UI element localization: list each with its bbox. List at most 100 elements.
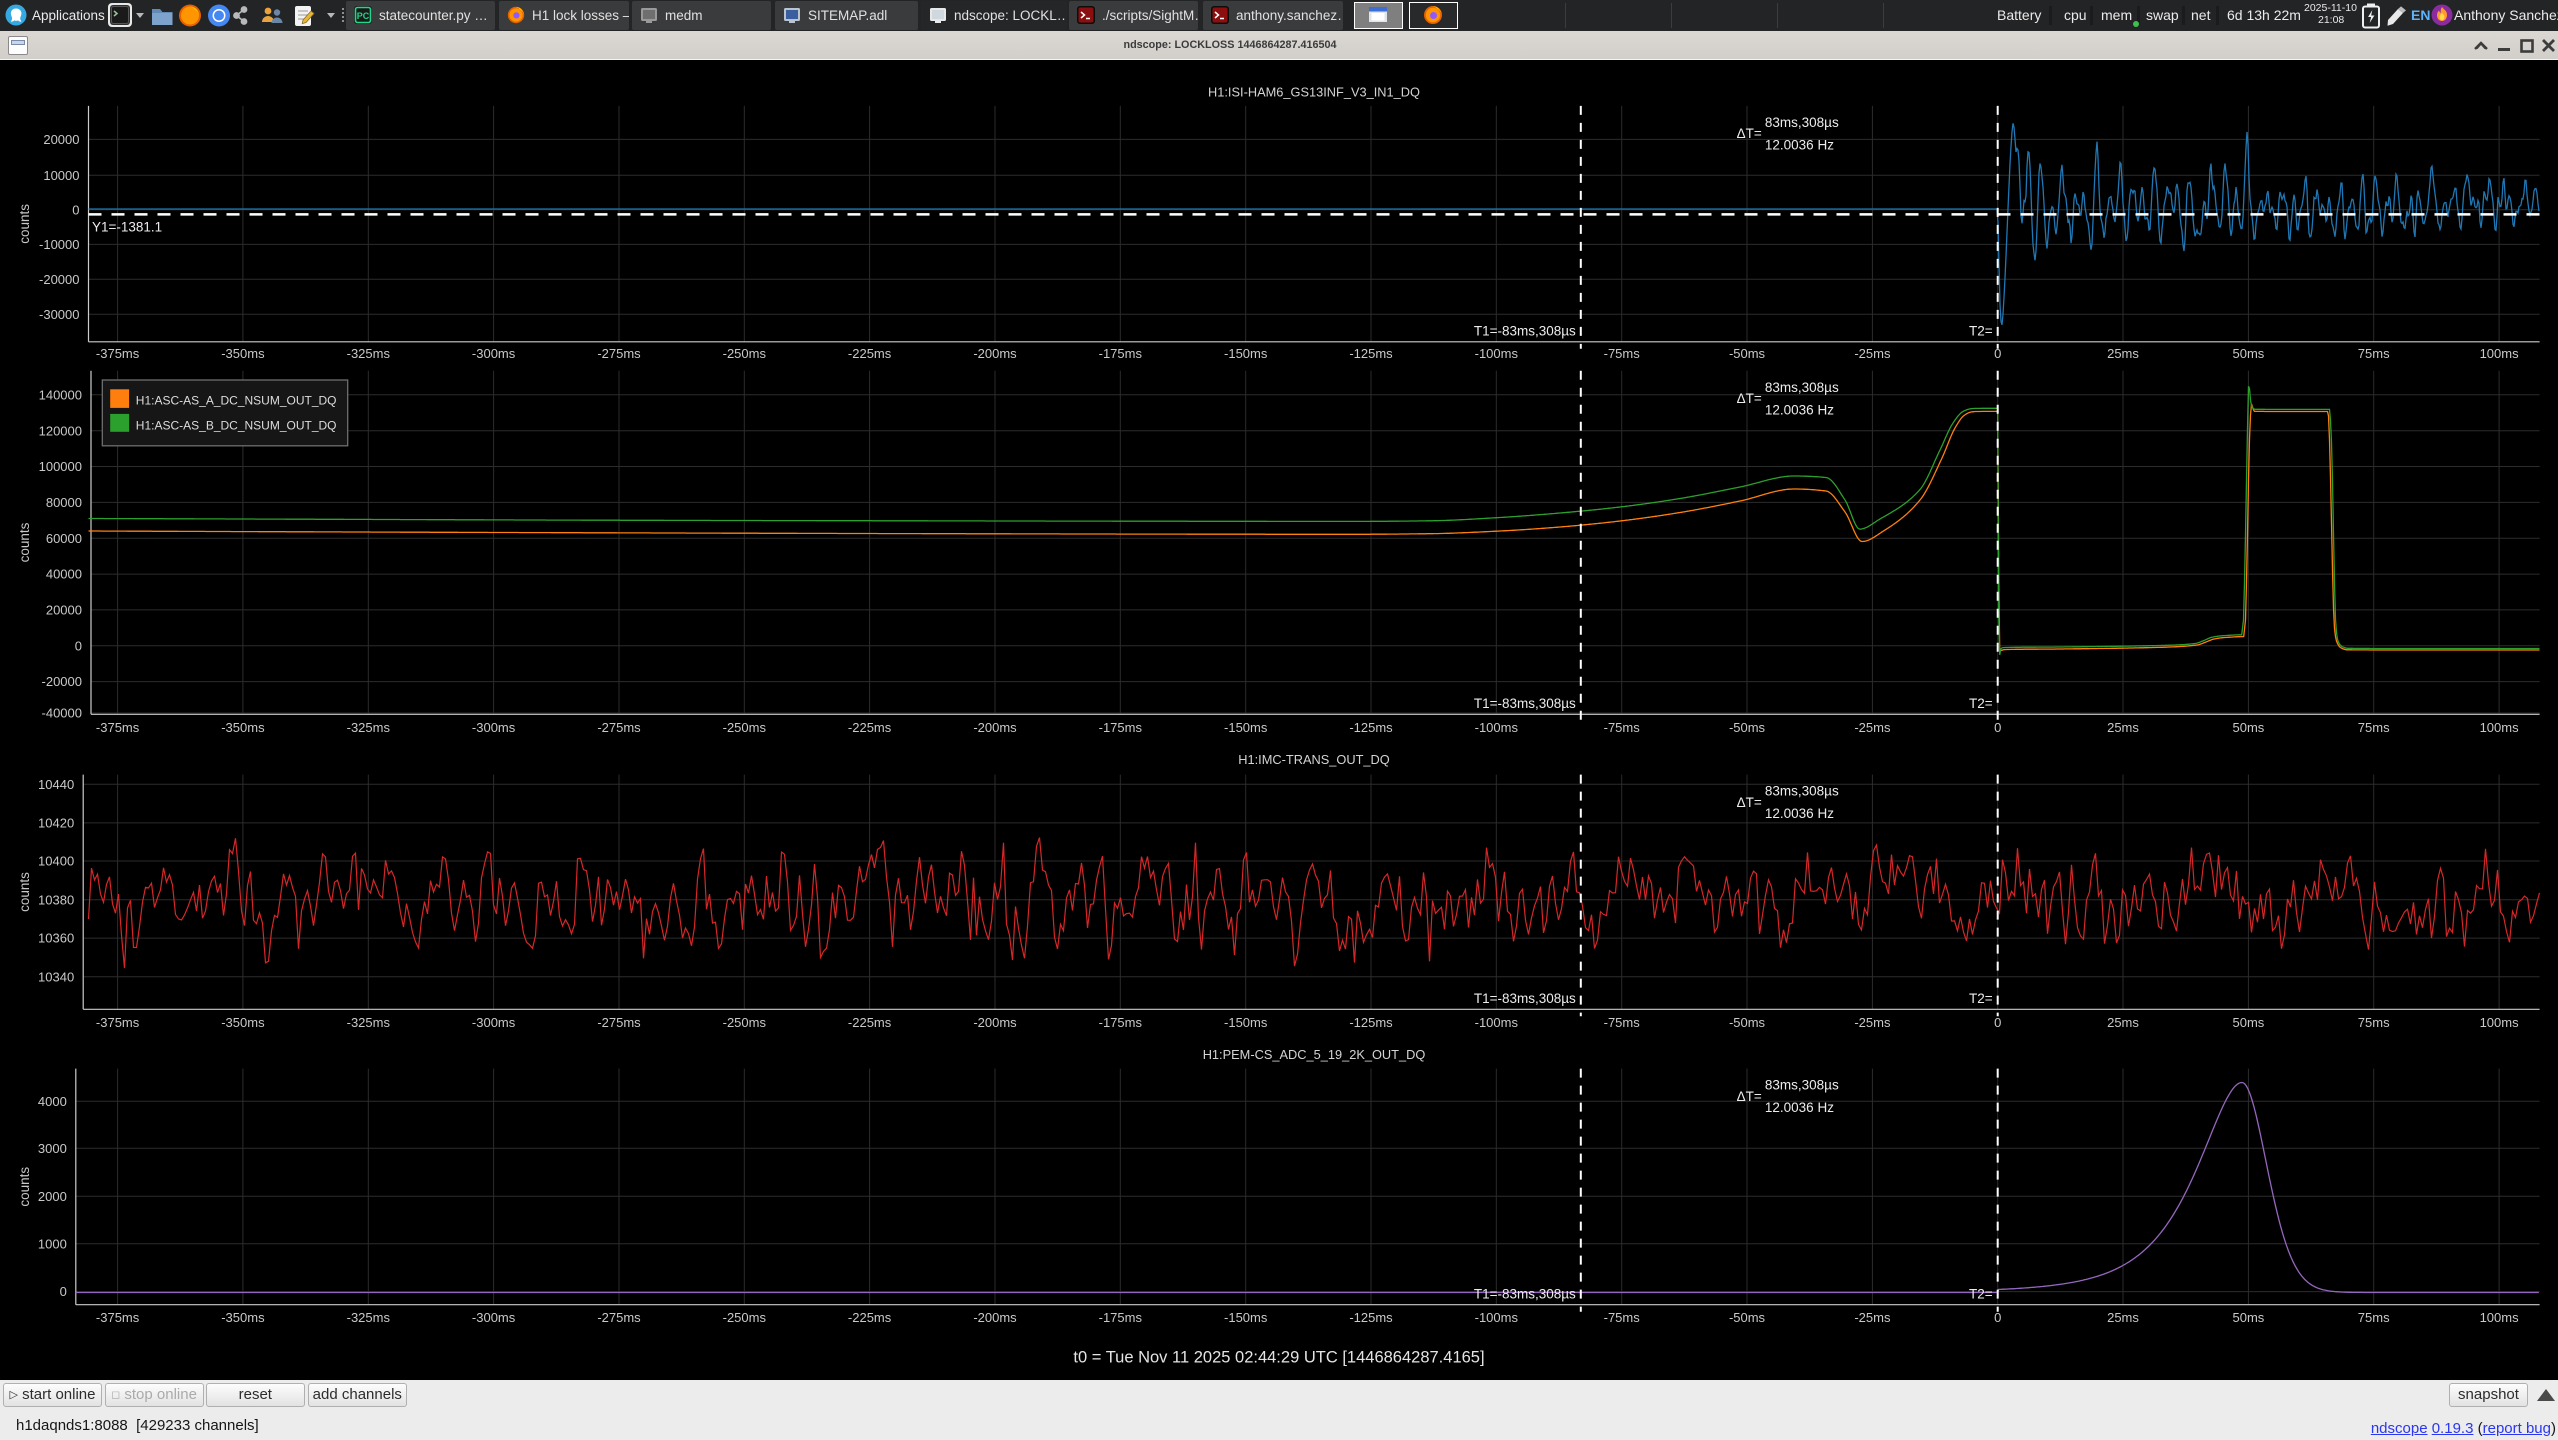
svg-text:-250ms: -250ms bbox=[723, 1310, 767, 1325]
svg-text:20000: 20000 bbox=[46, 603, 82, 618]
svg-text:-225ms: -225ms bbox=[848, 1310, 892, 1325]
svg-text:-20000: -20000 bbox=[39, 272, 79, 287]
svg-text:-30000: -30000 bbox=[39, 307, 79, 322]
svg-text:-25ms: -25ms bbox=[1854, 1310, 1891, 1325]
svg-text:T1=-83ms,308µs: T1=-83ms,308µs bbox=[1474, 991, 1576, 1006]
svg-text:H1:IMC-TRANS_OUT_DQ: H1:IMC-TRANS_OUT_DQ bbox=[1238, 752, 1389, 767]
svg-text:-300ms: -300ms bbox=[472, 720, 516, 735]
svg-text:-50ms: -50ms bbox=[1729, 720, 1766, 735]
svg-text:100ms: 100ms bbox=[2480, 346, 2520, 361]
svg-text:-375ms: -375ms bbox=[96, 1015, 140, 1030]
svg-text:-225ms: -225ms bbox=[848, 346, 892, 361]
svg-text:-325ms: -325ms bbox=[347, 720, 391, 735]
svg-text:-200ms: -200ms bbox=[973, 1015, 1017, 1030]
svg-text:T1=-83ms,308µs: T1=-83ms,308µs bbox=[1474, 1286, 1576, 1301]
svg-text:-275ms: -275ms bbox=[597, 1015, 641, 1030]
svg-text:-300ms: -300ms bbox=[472, 1015, 516, 1030]
svg-text:-50ms: -50ms bbox=[1729, 1015, 1766, 1030]
svg-text:100ms: 100ms bbox=[2480, 1015, 2520, 1030]
svg-text:-325ms: -325ms bbox=[347, 346, 391, 361]
svg-text:83ms,308µs: 83ms,308µs bbox=[1765, 1078, 1839, 1093]
svg-text:10340: 10340 bbox=[38, 969, 74, 984]
svg-text:-250ms: -250ms bbox=[723, 346, 767, 361]
svg-text:T1=-83ms,308µs: T1=-83ms,308µs bbox=[1474, 696, 1576, 711]
svg-text:-175ms: -175ms bbox=[1099, 1015, 1143, 1030]
svg-text:-325ms: -325ms bbox=[347, 1310, 391, 1325]
svg-text:-275ms: -275ms bbox=[597, 720, 641, 735]
svg-text:-300ms: -300ms bbox=[472, 1310, 516, 1325]
svg-text:12.0036 Hz: 12.0036 Hz bbox=[1765, 1100, 1834, 1115]
svg-text:H1:PEM-CS_ADC_5_19_2K_OUT_DQ: H1:PEM-CS_ADC_5_19_2K_OUT_DQ bbox=[1203, 1047, 1426, 1062]
svg-text:-150ms: -150ms bbox=[1224, 720, 1268, 735]
svg-text:-25ms: -25ms bbox=[1854, 1015, 1891, 1030]
svg-text:50ms: 50ms bbox=[2233, 1015, 2265, 1030]
svg-text:-225ms: -225ms bbox=[848, 1015, 892, 1030]
svg-text:83ms,308µs: 83ms,308µs bbox=[1765, 115, 1839, 130]
svg-text:0: 0 bbox=[1994, 1310, 2001, 1325]
svg-text:-75ms: -75ms bbox=[1604, 1015, 1641, 1030]
svg-text:-175ms: -175ms bbox=[1099, 346, 1143, 361]
svg-text:75ms: 75ms bbox=[2358, 346, 2390, 361]
svg-text:-125ms: -125ms bbox=[1349, 1310, 1393, 1325]
svg-text:-375ms: -375ms bbox=[96, 346, 140, 361]
svg-text:counts: counts bbox=[17, 204, 32, 244]
svg-text:ΔT=: ΔT= bbox=[1737, 1089, 1762, 1104]
svg-text:-100ms: -100ms bbox=[1475, 1015, 1519, 1030]
svg-text:-25ms: -25ms bbox=[1854, 720, 1891, 735]
svg-text:T2=: T2= bbox=[1969, 991, 1993, 1006]
svg-text:25ms: 25ms bbox=[2107, 1310, 2139, 1325]
svg-text:-350ms: -350ms bbox=[221, 1015, 265, 1030]
svg-text:-75ms: -75ms bbox=[1604, 1310, 1641, 1325]
svg-text:83ms,308µs: 83ms,308µs bbox=[1765, 380, 1839, 395]
svg-text:100000: 100000 bbox=[39, 459, 82, 474]
svg-text:10420: 10420 bbox=[38, 816, 74, 831]
svg-text:60000: 60000 bbox=[46, 531, 82, 546]
svg-text:2000: 2000 bbox=[38, 1189, 67, 1204]
svg-text:25ms: 25ms bbox=[2107, 1015, 2139, 1030]
svg-text:75ms: 75ms bbox=[2358, 720, 2390, 735]
svg-text:ΔT=: ΔT= bbox=[1737, 126, 1762, 141]
svg-text:1000: 1000 bbox=[38, 1236, 67, 1251]
svg-text:40000: 40000 bbox=[46, 567, 82, 582]
svg-text:25ms: 25ms bbox=[2107, 720, 2139, 735]
svg-text:PC: PC bbox=[357, 11, 370, 21]
svg-text:-50ms: -50ms bbox=[1729, 1310, 1766, 1325]
svg-text:counts: counts bbox=[17, 1167, 32, 1207]
svg-text:50ms: 50ms bbox=[2233, 720, 2265, 735]
svg-text:10400: 10400 bbox=[38, 854, 74, 869]
svg-text:20000: 20000 bbox=[43, 132, 79, 147]
svg-text:counts: counts bbox=[17, 522, 32, 562]
svg-text:-150ms: -150ms bbox=[1224, 1310, 1268, 1325]
svg-text:T2=: T2= bbox=[1969, 324, 1993, 339]
svg-text:-40000: -40000 bbox=[42, 706, 82, 721]
svg-text:-275ms: -275ms bbox=[597, 1310, 641, 1325]
svg-text:10000: 10000 bbox=[43, 168, 79, 183]
svg-text:50ms: 50ms bbox=[2233, 346, 2265, 361]
svg-text:-75ms: -75ms bbox=[1604, 720, 1641, 735]
svg-text:-175ms: -175ms bbox=[1099, 720, 1143, 735]
svg-text:75ms: 75ms bbox=[2358, 1015, 2390, 1030]
svg-text:-375ms: -375ms bbox=[96, 720, 140, 735]
svg-text:T2=: T2= bbox=[1969, 696, 1993, 711]
svg-text:12.0036 Hz: 12.0036 Hz bbox=[1765, 137, 1834, 152]
svg-text:83ms,308µs: 83ms,308µs bbox=[1765, 784, 1839, 799]
svg-text:10380: 10380 bbox=[38, 892, 74, 907]
svg-text:-300ms: -300ms bbox=[472, 346, 516, 361]
svg-text:0: 0 bbox=[1994, 720, 2001, 735]
svg-text:-250ms: -250ms bbox=[723, 1015, 767, 1030]
svg-text:-350ms: -350ms bbox=[221, 720, 265, 735]
svg-text:80000: 80000 bbox=[46, 495, 82, 510]
svg-text:100ms: 100ms bbox=[2480, 1310, 2520, 1325]
svg-text:-150ms: -150ms bbox=[1224, 1015, 1268, 1030]
svg-text:H1:ASC-AS_B_DC_NSUM_OUT_DQ: H1:ASC-AS_B_DC_NSUM_OUT_DQ bbox=[136, 419, 337, 433]
svg-text:100ms: 100ms bbox=[2480, 720, 2520, 735]
svg-text:-100ms: -100ms bbox=[1475, 1310, 1519, 1325]
svg-text:-350ms: -350ms bbox=[221, 1310, 265, 1325]
svg-text:-225ms: -225ms bbox=[848, 720, 892, 735]
svg-text:140000: 140000 bbox=[39, 387, 82, 402]
svg-text:25ms: 25ms bbox=[2107, 346, 2139, 361]
svg-text:10440: 10440 bbox=[38, 777, 74, 792]
svg-text:ΔT=: ΔT= bbox=[1737, 795, 1762, 810]
svg-text:0: 0 bbox=[72, 202, 79, 217]
svg-text:-100ms: -100ms bbox=[1475, 720, 1519, 735]
